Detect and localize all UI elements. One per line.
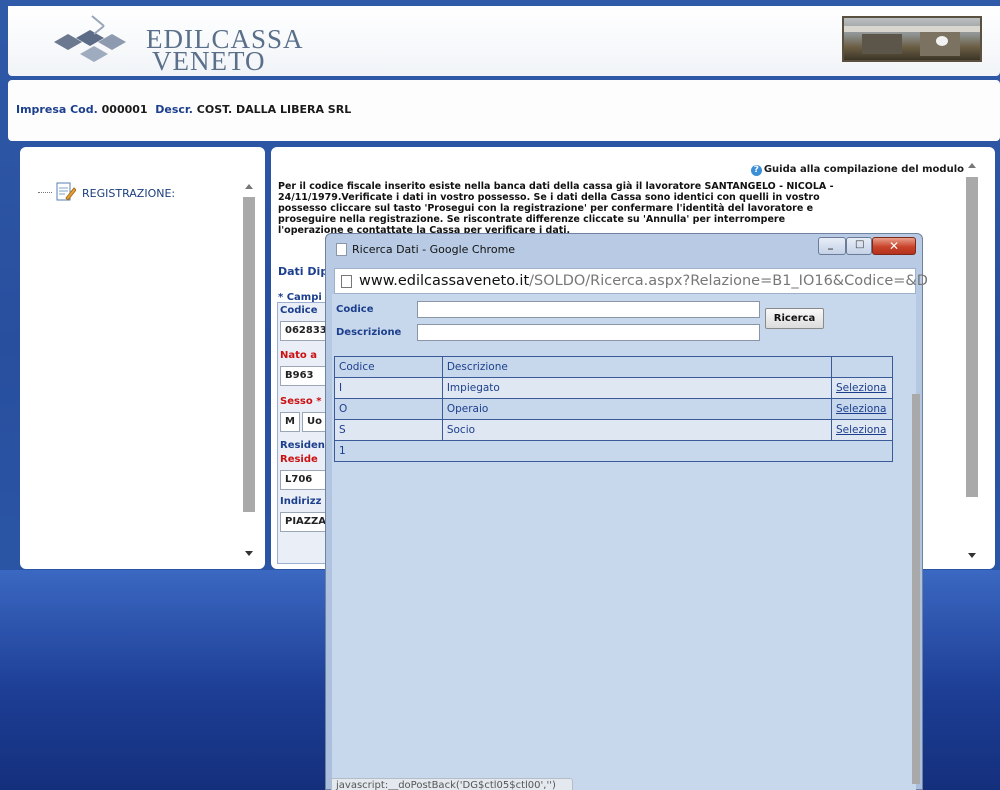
scrollbar-thumb[interactable] bbox=[966, 177, 978, 497]
row-code: O bbox=[334, 398, 443, 420]
col-action bbox=[830, 356, 894, 378]
info-message: Per il codice fiscale inserito esiste ne… bbox=[278, 181, 834, 236]
ricerca-button[interactable]: Ricerca bbox=[765, 308, 824, 329]
company-descr-label: Descr. bbox=[155, 103, 193, 116]
seleziona-link[interactable]: Seleziona bbox=[836, 403, 886, 415]
scrollbar-thumb[interactable] bbox=[912, 394, 920, 784]
indirizzo-label: Indirizz bbox=[280, 496, 322, 507]
nato-label: Nato a bbox=[280, 350, 317, 361]
url-text: www.edilcassaveneto.it/SOLDO/Ricerca.asp… bbox=[359, 273, 928, 289]
popup-title: Ricerca Dati - Google Chrome bbox=[352, 243, 516, 256]
codice-search-input[interactable] bbox=[417, 301, 760, 318]
popup-titlebar[interactable]: Ricerca Dati - Google Chrome _ □ ✕ bbox=[326, 234, 922, 264]
document-edit-icon bbox=[56, 182, 76, 201]
page-icon bbox=[336, 243, 347, 256]
scroll-up-icon[interactable] bbox=[245, 184, 253, 189]
close-icon: ✕ bbox=[889, 239, 900, 253]
pager-row: 1 bbox=[334, 440, 893, 462]
close-button[interactable]: ✕ bbox=[872, 237, 916, 255]
codice-search-label: Codice bbox=[336, 304, 374, 315]
help-link-label: Guida alla compilazione del modulo bbox=[763, 164, 964, 175]
maximize-button[interactable]: □ bbox=[846, 237, 872, 255]
tree-connector bbox=[38, 192, 52, 193]
row-code: I bbox=[334, 377, 443, 399]
row-desc: Operaio bbox=[441, 398, 832, 420]
company-descr: COST. DALLA LIBERA SRL bbox=[196, 103, 352, 116]
url-host: www.edilcassaveneto.it bbox=[359, 273, 530, 289]
sesso-code-field[interactable]: M bbox=[280, 412, 300, 432]
help-icon: ? bbox=[750, 165, 762, 176]
col-codice: Codice bbox=[334, 356, 443, 378]
descrizione-search-label: Descrizione bbox=[336, 327, 402, 338]
row-code: S bbox=[334, 419, 443, 441]
row-desc: Socio bbox=[441, 419, 832, 441]
page-icon bbox=[341, 275, 352, 288]
results-table: Codice Descrizione I Impiegato Seleziona… bbox=[334, 356, 894, 462]
table-row: I Impiegato Seleziona bbox=[334, 377, 894, 399]
url-path: /SOLDO/Ricerca.aspx?Relazione=B1_IO16&Co… bbox=[529, 273, 928, 289]
table-row: S Socio Seleziona bbox=[334, 419, 894, 441]
residenza-req-label: Reside bbox=[280, 454, 318, 465]
popup-content: Codice Descrizione Ricerca Codice Descri… bbox=[332, 294, 920, 790]
scroll-down-icon[interactable] bbox=[968, 553, 976, 558]
seleziona-link[interactable]: Seleziona bbox=[836, 382, 886, 394]
table-header: Codice Descrizione bbox=[334, 356, 894, 378]
scroll-up-icon[interactable] bbox=[968, 163, 976, 168]
residenza-label: Residen bbox=[280, 440, 325, 451]
descrizione-search-input[interactable] bbox=[417, 324, 760, 341]
scrollbar-thumb[interactable] bbox=[243, 197, 255, 512]
site-header: EDILCASSA VENETO bbox=[8, 6, 1000, 76]
sidebar-scrollbar[interactable] bbox=[243, 179, 257, 564]
search-popup-window: Ricerca Dati - Google Chrome _ □ ✕ www.e… bbox=[325, 233, 928, 790]
minimize-button[interactable]: _ bbox=[818, 237, 846, 255]
address-bar[interactable]: www.edilcassaveneto.it/SOLDO/Ricerca.asp… bbox=[334, 268, 928, 294]
section-title: Dati Dip bbox=[278, 265, 329, 278]
company-info: Impresa Cod. 000001 Descr. COST. DALLA L… bbox=[16, 103, 351, 116]
logo-text: EDILCASSA VENETO bbox=[146, 26, 304, 75]
main-scrollbar[interactable] bbox=[966, 161, 980, 563]
sidebar: REGISTRAZIONE: bbox=[20, 147, 265, 569]
help-link[interactable]: ? Guida alla compilazione del modulo bbox=[750, 164, 964, 176]
sesso-label: Sesso * bbox=[280, 396, 322, 407]
scroll-down-icon[interactable] bbox=[245, 551, 253, 556]
col-descrizione: Descrizione bbox=[441, 356, 832, 378]
popup-scrollbar[interactable] bbox=[912, 394, 922, 784]
row-desc: Impiegato bbox=[441, 377, 832, 399]
sidebar-item-registrazione[interactable]: REGISTRAZIONE: bbox=[82, 187, 175, 200]
company-code: 000001 bbox=[101, 103, 148, 116]
seleziona-link[interactable]: Seleziona bbox=[836, 424, 886, 436]
company-code-label: Impresa Cod. bbox=[16, 103, 98, 116]
pager-page[interactable]: 1 bbox=[334, 440, 893, 462]
status-bar: javascript:__doPostBack('DG$ctl05$ctl00'… bbox=[331, 778, 573, 790]
building-photo bbox=[842, 16, 982, 62]
table-row: O Operaio Seleziona bbox=[334, 398, 894, 420]
codice-label: Codice bbox=[280, 305, 318, 316]
logo-diamonds-icon bbox=[54, 15, 126, 62]
edilcassa-logo[interactable]: EDILCASSA VENETO bbox=[50, 14, 310, 76]
company-bar: Impresa Cod. 000001 Descr. COST. DALLA L… bbox=[8, 80, 1000, 141]
